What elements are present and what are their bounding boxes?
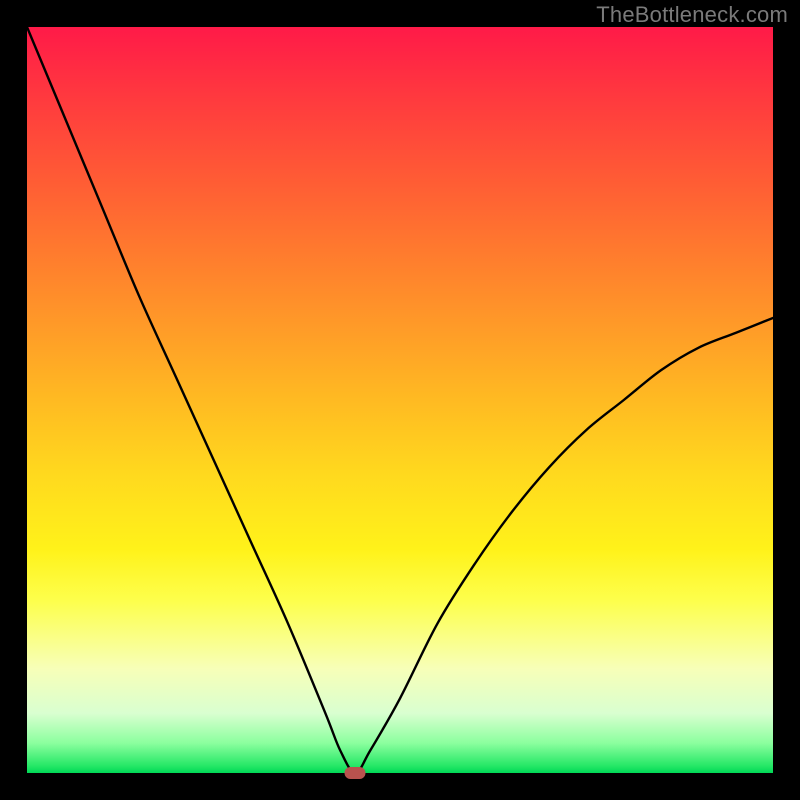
chart-plot-area (27, 27, 773, 773)
watermark-text: TheBottleneck.com (596, 2, 788, 28)
chart-frame: TheBottleneck.com (0, 0, 800, 800)
bottleneck-curve (27, 27, 773, 773)
min-marker (345, 767, 366, 779)
